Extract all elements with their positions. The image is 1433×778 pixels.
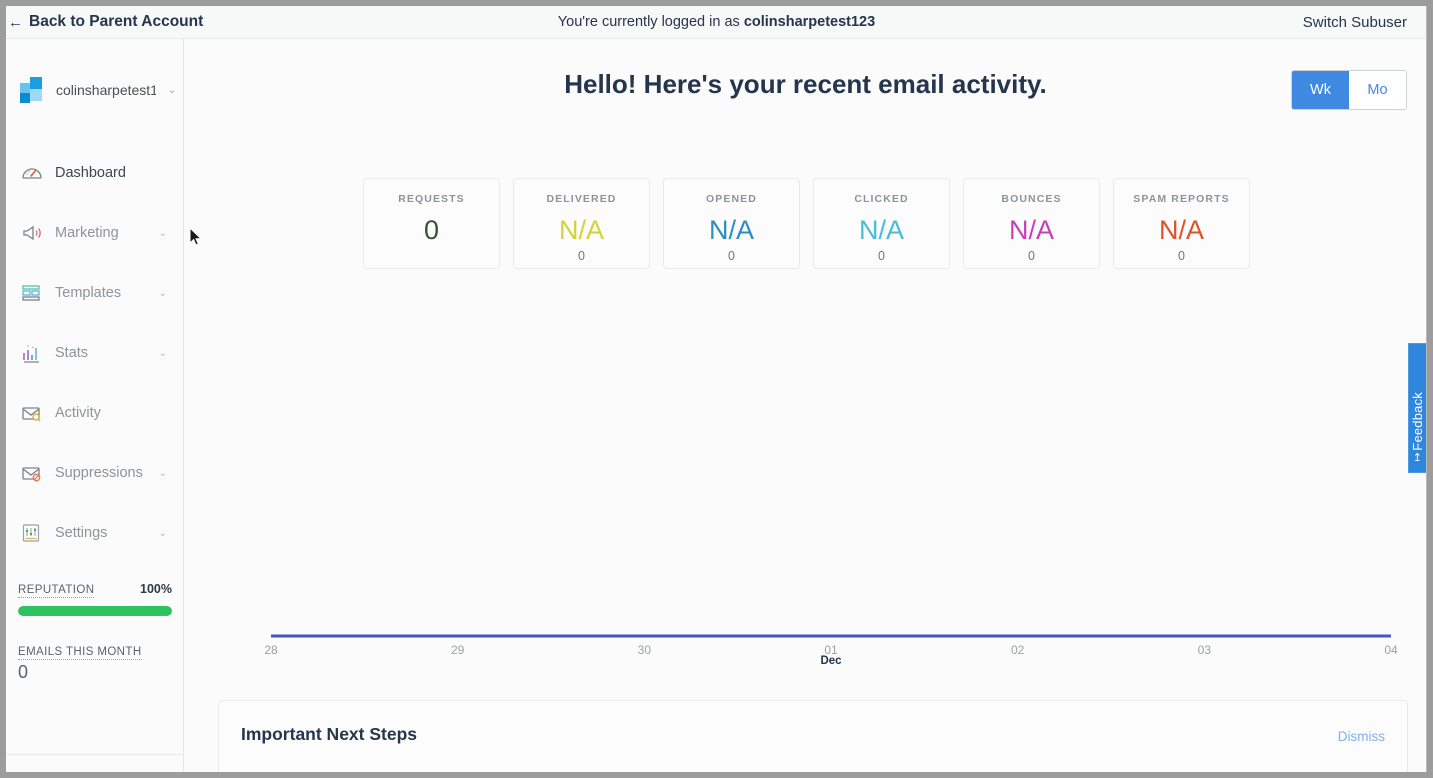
logged-in-prefix: You're currently logged in as bbox=[557, 14, 744, 30]
reputation-progress-bar bbox=[18, 606, 172, 616]
sidebar-item-activity[interactable]: Activity bbox=[6, 383, 183, 443]
chart-x-tick-sublabel: Dec bbox=[820, 655, 842, 667]
chevron-down-icon: ⌄ bbox=[168, 84, 177, 96]
stat-card-bounces[interactable]: BOUNCES N/A 0 bbox=[963, 178, 1100, 269]
chart-canvas bbox=[271, 634, 1391, 638]
impersonation-topbar: ← Back to Parent Account You're currentl… bbox=[6, 6, 1426, 39]
sidebar-usage-stats: REPUTATION 100% EMAILS THIS MONTH 0 bbox=[6, 582, 184, 683]
logged-in-notice: You're currently logged in as colinsharp… bbox=[6, 14, 1426, 30]
stat-card-spam-reports[interactable]: SPAM REPORTS N/A 0 bbox=[1113, 178, 1250, 269]
envelope-block-icon bbox=[20, 461, 44, 485]
stat-card-value: N/A bbox=[558, 215, 604, 245]
sidebar-item-label: Activity bbox=[55, 405, 101, 421]
chevron-down-icon: ⌄ bbox=[158, 347, 167, 359]
stat-card-label: SPAM REPORTS bbox=[1133, 193, 1230, 205]
date-range-toggle: Wk Mo bbox=[1291, 70, 1407, 110]
switch-subuser-link[interactable]: Switch Subuser bbox=[1303, 14, 1407, 31]
stat-card-value: N/A bbox=[858, 215, 904, 245]
stat-card-sub: 0 bbox=[578, 249, 585, 263]
emails-this-month-value: 0 bbox=[18, 662, 29, 682]
sidebar-nav: Dashboard Marketing ⌄ Templates ⌄ Stats … bbox=[6, 143, 183, 563]
page-title: Hello! Here's your recent email activity… bbox=[564, 69, 1047, 99]
stat-card-value: N/A bbox=[1008, 215, 1054, 245]
speedometer-icon bbox=[20, 161, 44, 185]
chevron-down-icon: ⌄ bbox=[158, 467, 167, 479]
chevron-down-icon: ⌄ bbox=[158, 227, 167, 239]
reputation-label: REPUTATION bbox=[18, 584, 95, 598]
range-month-button[interactable]: Mo bbox=[1349, 71, 1406, 109]
chart-x-tick-label: 03 bbox=[1197, 643, 1212, 657]
emails-this-month-block: EMAILS THIS MONTH 0 bbox=[18, 642, 172, 683]
chart-x-tick-label: 02 bbox=[1010, 643, 1025, 657]
reputation-value: 100% bbox=[140, 582, 172, 596]
dismiss-link[interactable]: Dismiss bbox=[1338, 729, 1385, 744]
sidebar-item-label: Marketing bbox=[55, 225, 119, 241]
stat-card-requests[interactable]: REQUESTS 0 bbox=[363, 178, 500, 269]
sliders-icon bbox=[20, 521, 44, 545]
important-next-steps-panel: Important Next Steps Dismiss bbox=[218, 700, 1408, 772]
chart-x-tick-label: 30 bbox=[637, 643, 652, 657]
sidebar: colinsharpetest12 ⌄ Dashboard Marketing … bbox=[6, 39, 184, 772]
stat-card-label: OPENED bbox=[706, 193, 757, 205]
chart-x-tick-label: 29 bbox=[450, 643, 465, 657]
sidebar-item-label: Suppressions bbox=[55, 465, 143, 481]
sidebar-item-stats[interactable]: Stats ⌄ bbox=[6, 323, 183, 383]
sidebar-item-settings[interactable]: Settings ⌄ bbox=[6, 503, 183, 563]
sendgrid-logo-icon bbox=[20, 77, 46, 103]
sidebar-item-dashboard[interactable]: Dashboard bbox=[6, 143, 183, 203]
sidebar-item-label: Dashboard bbox=[55, 165, 126, 181]
stat-card-value: N/A bbox=[1158, 215, 1204, 245]
sidebar-item-label: Settings bbox=[55, 525, 108, 541]
chart-x-tick-label: 04 bbox=[1384, 643, 1398, 657]
bar-chart-icon bbox=[20, 341, 44, 365]
stat-card-clicked[interactable]: CLICKED N/A 0 bbox=[813, 178, 950, 269]
sidebar-divider bbox=[6, 754, 184, 755]
sidebar-item-label: Stats bbox=[55, 345, 89, 361]
envelope-search-icon bbox=[20, 401, 44, 425]
account-name-label: colinsharpetest12 bbox=[56, 82, 156, 98]
feedback-arrow-icon: ↥ bbox=[1412, 452, 1423, 464]
stat-card-sub: 0 bbox=[878, 249, 885, 263]
reputation-progress-fill bbox=[18, 606, 172, 616]
stat-card-label: DELIVERED bbox=[546, 193, 617, 205]
logged-in-username: colinsharpetest123 bbox=[743, 14, 876, 30]
chevron-down-icon: ⌄ bbox=[158, 527, 167, 539]
stat-card-opened[interactable]: OPENED N/A 0 bbox=[663, 178, 800, 269]
mouse-cursor bbox=[189, 226, 203, 252]
feedback-tab[interactable]: ↥ Feedback bbox=[1408, 343, 1426, 473]
feedback-label: Feedback bbox=[1410, 392, 1425, 451]
browser-viewport: ← Back to Parent Account You're currentl… bbox=[6, 6, 1427, 772]
reputation-row: REPUTATION 100% bbox=[18, 582, 172, 598]
stat-card-label: CLICKED bbox=[854, 193, 909, 205]
stat-card-sub: 0 bbox=[728, 249, 735, 263]
main-content: Hello! Here's your recent email activity… bbox=[184, 39, 1426, 772]
sidebar-item-marketing[interactable]: Marketing ⌄ bbox=[6, 203, 183, 263]
chevron-down-icon: ⌄ bbox=[158, 287, 167, 299]
sidebar-item-suppressions[interactable]: Suppressions ⌄ bbox=[6, 443, 183, 503]
stat-card-delivered[interactable]: DELIVERED N/A 0 bbox=[513, 178, 650, 269]
account-switcher[interactable]: colinsharpetest12 ⌄ bbox=[6, 39, 183, 103]
chart-x-tick-label: 28 bbox=[264, 643, 278, 657]
stat-card-sub: 0 bbox=[1028, 249, 1035, 263]
stat-card-value: 0 bbox=[423, 215, 440, 245]
stat-cards: REQUESTS 0 DELIVERED N/A 0 OPENED N/A 0 … bbox=[363, 178, 1250, 269]
email-activity-chart[interactable]: 28 29 30 01 Dec 02 03 04 bbox=[246, 279, 1406, 679]
stat-card-label: REQUESTS bbox=[398, 193, 465, 205]
layout-icon bbox=[20, 281, 44, 305]
sidebar-item-label: Templates bbox=[55, 285, 122, 301]
stat-card-value: N/A bbox=[708, 215, 754, 245]
emails-this-month-label: EMAILS THIS MONTH bbox=[18, 646, 142, 660]
megaphone-icon bbox=[20, 221, 44, 245]
stat-card-label: BOUNCES bbox=[1001, 193, 1062, 205]
stat-card-sub: 0 bbox=[1178, 249, 1185, 263]
next-steps-title: Important Next Steps bbox=[241, 724, 417, 744]
sidebar-item-templates[interactable]: Templates ⌄ bbox=[6, 263, 183, 323]
range-week-button[interactable]: Wk bbox=[1292, 71, 1349, 109]
